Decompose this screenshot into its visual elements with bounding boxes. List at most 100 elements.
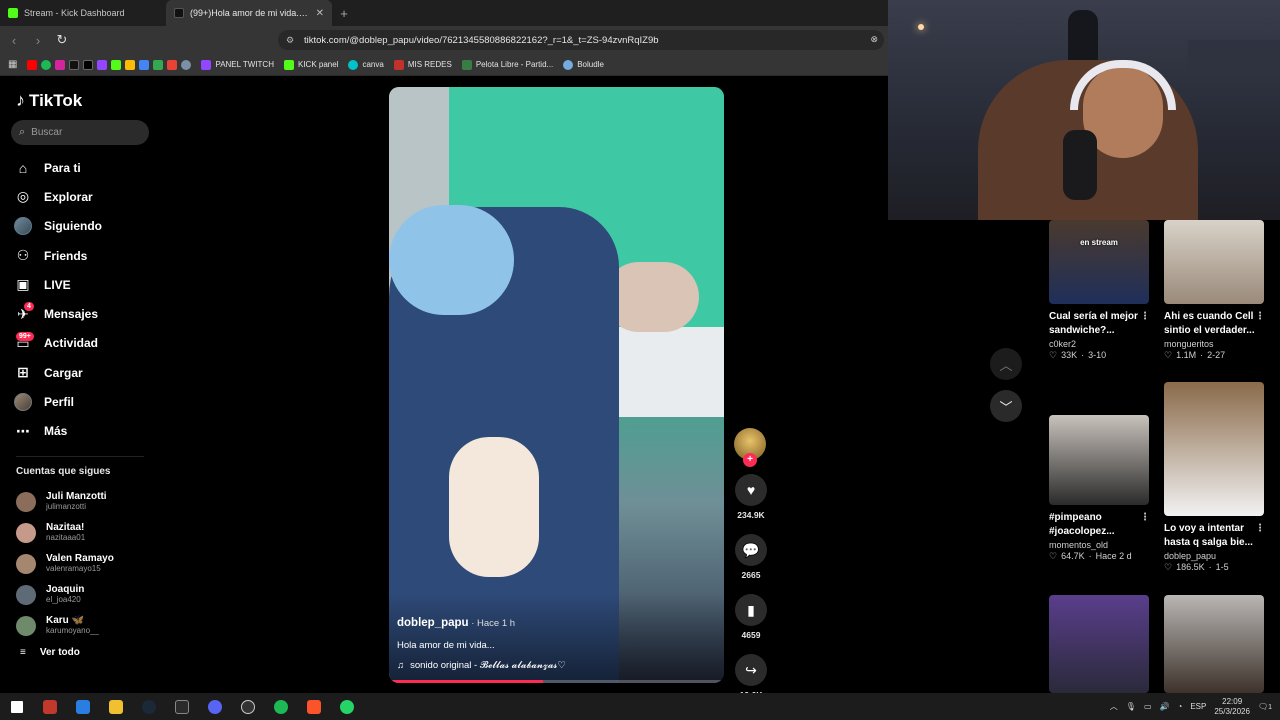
bookmark-mis-redes[interactable]: MIS REDES [393, 59, 452, 70]
kick-bookmark-icon[interactable] [111, 59, 122, 70]
following-item[interactable]: Karu 🦋 karumoyano__ [16, 610, 156, 641]
following-item[interactable]: Valen Ramayo valenramayo15 [16, 548, 156, 579]
recommended-card[interactable]: Ahi es cuando Cell sintio el verdader...… [1164, 220, 1265, 361]
forward-icon[interactable]: › [28, 33, 48, 48]
obs-icon[interactable] [231, 693, 264, 720]
tiktok-bookmark-icon[interactable] [69, 59, 80, 70]
windows-start-icon[interactable] [0, 693, 33, 720]
sidebar-item-explorar[interactable]: ◎ Explorar [14, 182, 154, 211]
more-options-icon[interactable]: ⋮ [1140, 511, 1150, 525]
language-indicator[interactable]: ESP [1190, 702, 1206, 711]
taskbar-app-icon[interactable] [33, 693, 66, 720]
recommended-card[interactable] [1049, 595, 1149, 693]
bookmark-panel-twitch[interactable]: PANEL TWITCH [201, 59, 274, 70]
bookmark-boludle[interactable]: Boludle [563, 59, 604, 70]
sidebar-item-para-ti[interactable]: ⌂ Para ti [14, 153, 154, 182]
video-progress-bar[interactable] [389, 680, 724, 683]
youtube-icon[interactable] [27, 59, 38, 70]
bookmark-icon[interactable]: ▮ [735, 594, 767, 626]
follow-plus-icon[interactable]: + [743, 453, 757, 467]
video-author[interactable]: doblep_papu [397, 617, 469, 629]
sidebar-item-mas[interactable]: ⋯ Más [14, 417, 154, 446]
gmail-icon[interactable] [167, 59, 178, 70]
epic-games-icon[interactable] [165, 693, 198, 720]
previous-video-button[interactable]: ︿ [990, 348, 1022, 380]
file-explorer-icon[interactable] [99, 693, 132, 720]
clock[interactable]: 22:09 25/3/2026 [1214, 697, 1250, 717]
tab-kick-dashboard[interactable]: Stream - Kick Dashboard [0, 0, 166, 26]
sidebar-item-live[interactable]: ▣ LIVE [14, 270, 154, 299]
see-all-button[interactable]: ≡ Ver todo [20, 647, 80, 658]
next-video-button[interactable]: ﹀ [990, 390, 1022, 422]
bookmark-icon[interactable] [181, 59, 192, 70]
search-input[interactable] [31, 127, 132, 138]
video-sound[interactable]: ♫ sonido original - 𝓑𝓮𝓵𝓵𝓪𝓼 𝓪𝓵𝓪𝓫𝓪𝓷𝔃𝓪𝓼♡ [397, 660, 566, 671]
tab-tiktok[interactable]: (99+)Hola amor de mi vida... | doblep_pa… [166, 0, 332, 26]
tiktok-logo[interactable]: ♪ TikTok [16, 90, 82, 111]
following-item[interactable]: Juli Manzotti julimanzotti [16, 486, 156, 517]
recommended-card[interactable]: #pimpeano #joacolopez... ⋮ momentos_old ♡… [1049, 415, 1150, 562]
network-icon[interactable]: ▭ [1144, 702, 1152, 711]
spotify-icon[interactable] [264, 693, 297, 720]
sidebar-item-siguiendo[interactable]: Siguiendo [14, 212, 154, 241]
microphone-icon[interactable]: 🎙 [1126, 702, 1136, 711]
more-options-icon[interactable]: ⋮ [1255, 310, 1265, 324]
card-author[interactable]: mongueritos [1164, 339, 1264, 349]
sidebar-item-friends[interactable]: ⚇ Friends [14, 241, 154, 270]
card-author[interactable]: momentos_old [1049, 540, 1149, 550]
bookmark-kick-panel[interactable]: KICK panel [283, 59, 338, 70]
bookmark-pelota-libre[interactable]: Pelota Libre - Partid... [461, 59, 553, 70]
search-box[interactable]: ⌕ [11, 120, 149, 145]
close-tab-icon[interactable]: ✕ [316, 8, 324, 19]
video-author-line[interactable]: doblep_papu · Hace 1 h [397, 617, 515, 629]
following-item[interactable]: Nazitaa! nazitaaa01 [16, 517, 156, 548]
steam-icon[interactable] [132, 693, 165, 720]
bookmark-icon[interactable] [139, 59, 150, 70]
recommended-card[interactable]: Lo voy a intentar hasta q salga bie... ⋮ … [1164, 382, 1265, 573]
comment-icon[interactable]: 💬 [735, 534, 767, 566]
tray-chevron-icon[interactable]: ︿ [1110, 701, 1118, 712]
video-thumbnail[interactable] [1164, 595, 1264, 693]
new-tab-button[interactable]: + [332, 0, 356, 26]
more-options-icon[interactable]: ⋮ [1140, 310, 1150, 324]
twitch-icon[interactable] [97, 59, 108, 70]
video-thumbnail[interactable] [1049, 415, 1149, 505]
video-thumbnail[interactable]: en stream [1049, 220, 1149, 304]
discord-icon[interactable] [198, 693, 231, 720]
extension-icon[interactable]: ⊗ [870, 34, 878, 45]
x-icon[interactable] [83, 59, 94, 70]
author-avatar[interactable]: + [734, 428, 766, 467]
back-icon[interactable]: ‹ [4, 33, 24, 48]
sidebar-item-perfil[interactable]: Perfil [14, 387, 154, 416]
instagram-icon[interactable] [55, 59, 66, 70]
video-thumbnail[interactable] [1164, 220, 1264, 304]
heart-icon[interactable]: ♥ [735, 474, 767, 506]
following-item[interactable]: Joaquin el_joa420 [16, 579, 156, 610]
taskbar-app-icon[interactable] [66, 693, 99, 720]
apps-grid-icon[interactable]: ▦ [8, 59, 17, 70]
video-thumbnail[interactable] [1049, 595, 1149, 693]
brave-icon[interactable] [297, 693, 330, 720]
card-author[interactable]: c0ker2 [1049, 339, 1149, 349]
reload-icon[interactable]: ↻ [52, 32, 72, 48]
share-icon[interactable]: ↪ [735, 654, 767, 686]
whatsapp-icon[interactable] [330, 693, 363, 720]
video-player[interactable]: doblep_papu · Hace 1 h Hola amor de mi v… [389, 87, 724, 683]
notification-icon[interactable]: 🗨1 [1258, 702, 1272, 711]
recommended-card[interactable]: en stream Cual sería el mejor sandwiche?… [1049, 220, 1150, 361]
drive-icon[interactable] [125, 59, 136, 70]
sidebar-item-mensajes[interactable]: ✈ 4 Mensajes [14, 299, 154, 328]
bookmark-icon[interactable] [41, 59, 52, 70]
sidebar-item-cargar[interactable]: ⊞ Cargar [14, 358, 154, 387]
bookmark-canva[interactable]: canva [348, 59, 384, 70]
more-options-icon[interactable]: ⋮ [1255, 522, 1265, 536]
video-thumbnail[interactable] [1164, 382, 1264, 516]
bookmark-icon[interactable] [153, 59, 164, 70]
wifi-icon[interactable]: ◔ [1177, 702, 1182, 711]
card-author[interactable]: doblep_papu [1164, 551, 1264, 561]
site-settings-icon[interactable]: ⚙ [286, 35, 296, 45]
sidebar-item-actividad[interactable]: ▭ 99+ Actividad [14, 329, 154, 358]
volume-icon[interactable]: 🔊 [1160, 702, 1170, 711]
recommended-card[interactable] [1164, 595, 1264, 693]
address-bar[interactable]: ⚙ tiktok.com/@doblep_papu/video/76213455… [278, 30, 884, 50]
